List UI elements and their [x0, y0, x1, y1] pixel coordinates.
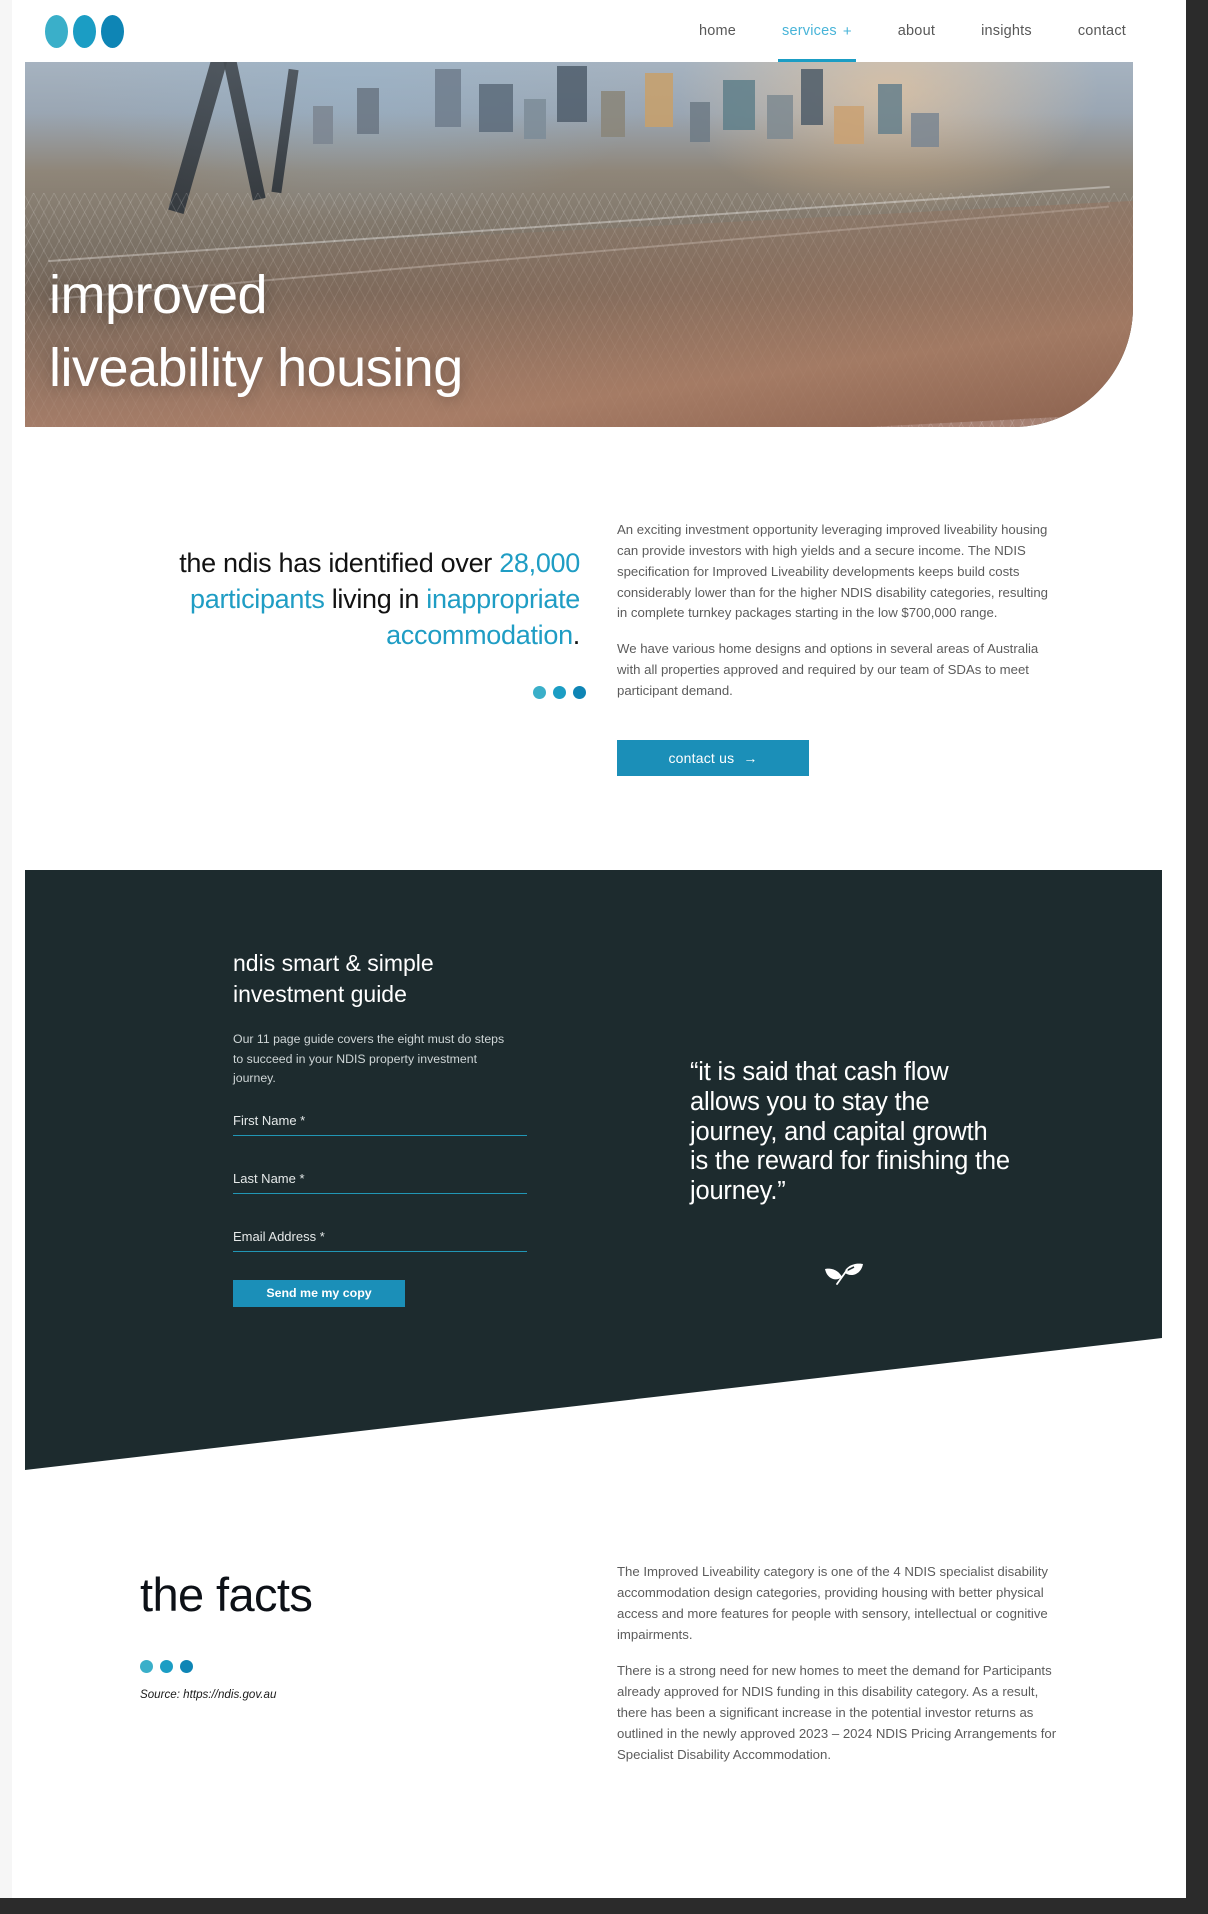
intro-dot-accent: [533, 686, 586, 699]
nav-label-contact: contact: [1077, 23, 1126, 39]
send-me-my-copy-button[interactable]: Send me my copy: [233, 1279, 405, 1307]
facts-source-citation: Source: https://ndis.gov.au: [140, 1688, 277, 1701]
nav-item-about[interactable]: about: [898, 0, 935, 62]
logo-dot-3-icon: [101, 14, 124, 48]
investment-quote: “it is said that cash flow allows you to…: [690, 1058, 1010, 1206]
facts-accent-dot-1-icon: [140, 1660, 153, 1673]
intro-heading-part-1: the ndis has identified over: [179, 548, 500, 578]
nav-label-insights: insights: [981, 23, 1032, 39]
intro-heading-period: .: [572, 620, 581, 651]
facts-dot-accent: [140, 1660, 193, 1673]
guide-signup-form: Send me my copy: [233, 1110, 527, 1307]
intro-paragraph-1: An exciting investment opportunity lever…: [617, 522, 1049, 621]
intro-section: the ndis has identified over 28,000 part…: [0, 500, 1208, 830]
hero-banner: improved liveability housing: [25, 62, 1133, 427]
hero-title-line-1: improved: [49, 265, 268, 326]
guide-subtitle: Our 11 page guide covers the eight must …: [233, 1032, 505, 1086]
window-frame-bottom: [0, 1898, 1208, 1914]
facts-paragraph-2: There is a strong need for new homes to …: [617, 1663, 1057, 1762]
hero-title-line-2: liveability housing: [49, 338, 463, 399]
intro-paragraph-2: We have various home designs and options…: [617, 641, 1039, 699]
accent-dot-2-icon: [553, 686, 566, 699]
accent-dot-1-icon: [533, 686, 546, 699]
page-root: home services + about insights contact i…: [0, 0, 1208, 1914]
contact-us-label: contact us: [668, 750, 735, 766]
plus-icon: +: [842, 22, 852, 40]
logo-dot-2-icon: [73, 14, 96, 48]
facts-accent-dot-3-icon: [180, 1660, 193, 1673]
nav-item-insights[interactable]: insights: [981, 0, 1032, 62]
last-name-input[interactable]: [233, 1168, 527, 1194]
logo-dot-1-icon: [45, 14, 68, 48]
window-frame-left: [0, 0, 12, 1914]
main-navigation: home services + about insights contact: [699, 0, 1126, 62]
facts-accent-dot-2-icon: [160, 1660, 173, 1673]
intro-heading: the ndis has identified over 28,000 part…: [70, 545, 580, 654]
accent-dot-3-icon: [573, 686, 586, 699]
nav-label-services: services: [782, 23, 837, 39]
intro-body-copy: An exciting investment opportunity lever…: [617, 520, 1059, 702]
nav-label-about: about: [897, 23, 936, 39]
hero-title: improved liveability housing: [49, 259, 463, 405]
facts-body-copy: The Improved Liveability category is one…: [617, 1562, 1057, 1766]
field-email-address: [233, 1226, 527, 1252]
nav-item-services[interactable]: services +: [778, 0, 856, 62]
three-dot-logo[interactable]: [45, 14, 124, 48]
leaf-sprout-icon: [823, 1258, 865, 1288]
window-frame-right: [1186, 0, 1208, 1914]
site-header: home services + about insights contact: [12, 0, 1176, 62]
facts-paragraph-1: The Improved Liveability category is one…: [617, 1564, 1048, 1642]
field-last-name: [233, 1168, 527, 1194]
guide-section: ndis smart & simple investment guide Our…: [25, 870, 1162, 1470]
window-frame-right-inner: [1176, 0, 1186, 1914]
intro-heading-part-2: living in: [324, 584, 427, 615]
facts-title: the facts: [140, 1568, 313, 1621]
guide-title: ndis smart & simple investment guide: [233, 950, 434, 1008]
contact-us-button[interactable]: contact us →: [617, 740, 809, 776]
nav-item-home[interactable]: home: [699, 0, 736, 62]
email-address-input[interactable]: [233, 1226, 527, 1252]
field-first-name: [233, 1110, 527, 1136]
arrow-right-icon: →: [743, 750, 758, 766]
nav-item-contact[interactable]: contact: [1078, 0, 1126, 62]
first-name-input[interactable]: [233, 1110, 527, 1136]
nav-label-home: home: [698, 23, 737, 39]
